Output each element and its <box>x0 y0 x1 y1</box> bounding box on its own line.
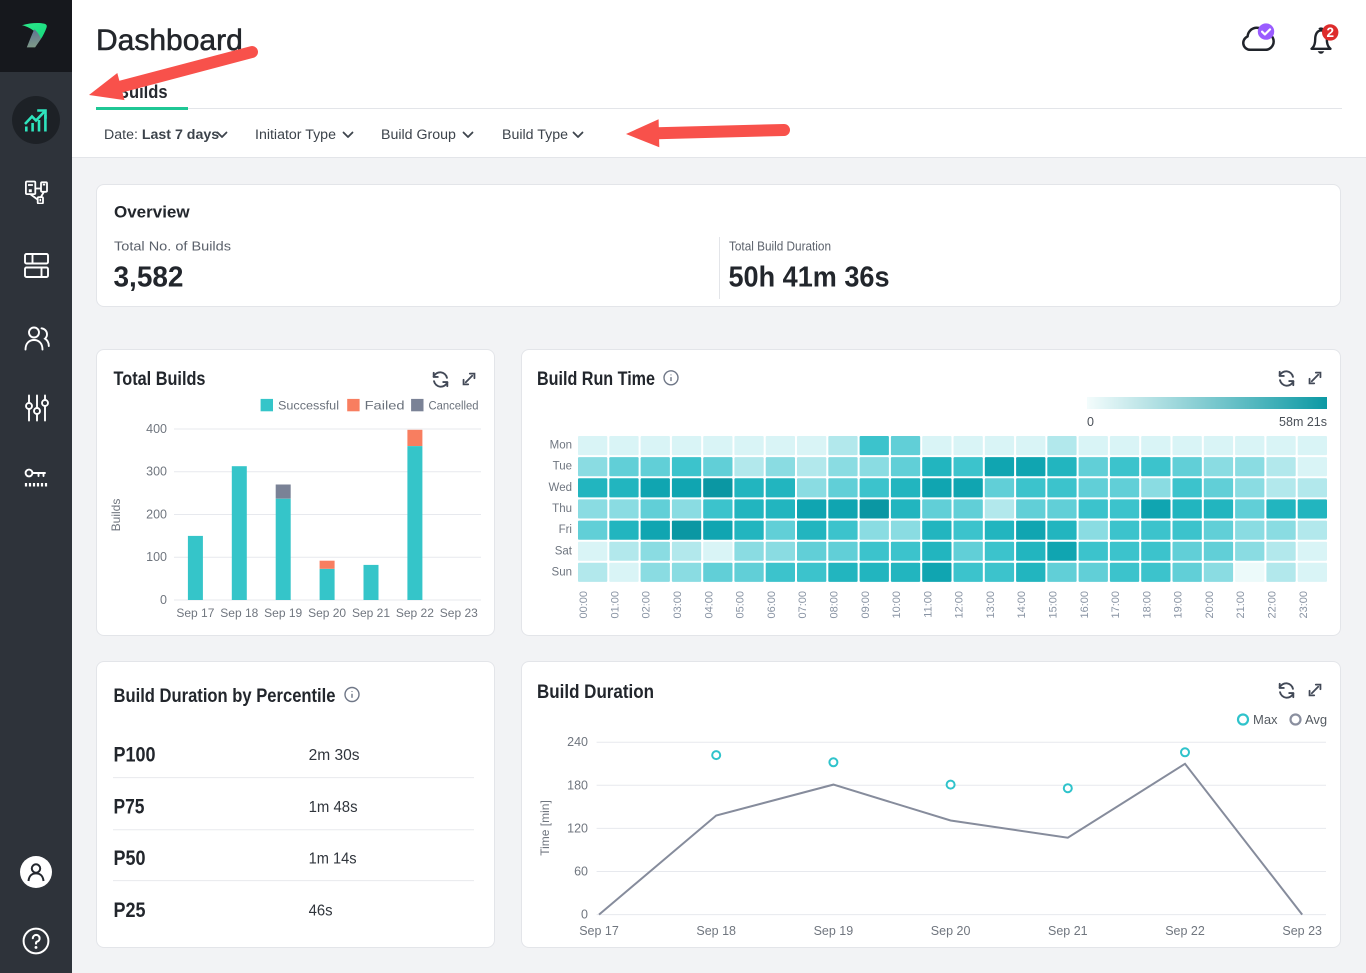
svg-text:02:00: 02:00 <box>641 591 653 619</box>
svg-text:46s: 46s <box>309 903 333 920</box>
svg-text:100: 100 <box>146 550 167 564</box>
svg-text:Sat: Sat <box>555 545 573 557</box>
svg-text:0: 0 <box>160 593 167 607</box>
svg-text:Sep 19: Sep 19 <box>814 924 854 938</box>
svg-text:2m 30s: 2m 30s <box>309 747 360 764</box>
svg-text:12:00: 12:00 <box>954 591 966 619</box>
svg-text:Sep 22: Sep 22 <box>1165 924 1205 938</box>
svg-text:03:00: 03:00 <box>672 591 684 619</box>
svg-text:Overview: Overview <box>114 203 190 222</box>
svg-text:Sun: Sun <box>552 566 572 578</box>
svg-text:300: 300 <box>146 465 167 479</box>
svg-text:16:00: 16:00 <box>1079 591 1091 619</box>
svg-text:Avg: Avg <box>1305 712 1327 727</box>
svg-text:60: 60 <box>574 865 588 879</box>
svg-text:P50: P50 <box>114 847 146 870</box>
svg-text:05:00: 05:00 <box>735 591 747 619</box>
svg-text:Total No. of Builds: Total No. of Builds <box>114 239 231 254</box>
svg-text:240: 240 <box>567 735 588 749</box>
svg-text:Cancelled: Cancelled <box>429 398 479 412</box>
svg-text:Sep 21: Sep 21 <box>352 606 390 620</box>
svg-text:Fri: Fri <box>559 524 572 536</box>
svg-text:58m 21s: 58m 21s <box>1279 415 1327 429</box>
svg-text:19:00: 19:00 <box>1173 591 1185 619</box>
svg-text:Sep 19: Sep 19 <box>264 606 302 620</box>
svg-text:200: 200 <box>146 508 167 522</box>
svg-text:120: 120 <box>567 821 588 835</box>
svg-text:01:00: 01:00 <box>609 591 621 619</box>
svg-text:Thu: Thu <box>552 503 572 515</box>
svg-text:Sep 18: Sep 18 <box>220 606 258 620</box>
svg-text:14:00: 14:00 <box>1016 591 1028 619</box>
svg-text:Sep 20: Sep 20 <box>308 606 346 620</box>
svg-text:Max: Max <box>1253 712 1278 727</box>
svg-text:Sep 18: Sep 18 <box>696 924 736 938</box>
svg-text:P25: P25 <box>114 899 146 922</box>
svg-text:15:00: 15:00 <box>1048 591 1060 619</box>
svg-text:P75: P75 <box>114 796 145 819</box>
svg-text:Total Build Duration: Total Build Duration <box>729 239 831 254</box>
svg-text:Total Builds: Total Builds <box>114 368 206 390</box>
svg-text:13:00: 13:00 <box>985 591 997 619</box>
svg-text:21:00: 21:00 <box>1235 591 1247 619</box>
svg-text:Sep 17: Sep 17 <box>176 606 214 620</box>
svg-text:Sep 17: Sep 17 <box>579 924 619 938</box>
svg-text:Tue: Tue <box>553 461 572 473</box>
svg-text:Wed: Wed <box>549 482 572 494</box>
svg-text:3,582: 3,582 <box>114 262 184 294</box>
svg-text:P100: P100 <box>114 744 156 767</box>
svg-text:04:00: 04:00 <box>703 591 715 619</box>
svg-text:Time [min]: Time [min] <box>538 800 552 856</box>
svg-text:07:00: 07:00 <box>797 591 809 619</box>
svg-text:50h 41m 36s: 50h 41m 36s <box>729 262 890 294</box>
svg-text:10:00: 10:00 <box>891 591 903 619</box>
svg-text:1m 48s: 1m 48s <box>309 799 358 816</box>
svg-text:0: 0 <box>1087 415 1094 429</box>
svg-text:20:00: 20:00 <box>1204 591 1216 619</box>
svg-text:2: 2 <box>1326 25 1334 40</box>
svg-text:06:00: 06:00 <box>766 591 778 619</box>
svg-text:Sep 21: Sep 21 <box>1048 924 1088 938</box>
svg-text:Sep 23: Sep 23 <box>1282 924 1322 938</box>
svg-text:1m 14s: 1m 14s <box>309 851 357 868</box>
svg-text:Successful: Successful <box>278 398 339 412</box>
svg-text:23:00: 23:00 <box>1298 591 1310 619</box>
svg-text:22:00: 22:00 <box>1267 591 1279 619</box>
svg-text:Mon: Mon <box>550 440 572 452</box>
svg-text:11:00: 11:00 <box>922 591 934 618</box>
svg-text:Sep 23: Sep 23 <box>440 606 478 620</box>
svg-text:Build Duration by Percentile: Build Duration by Percentile <box>114 685 336 707</box>
svg-text:18:00: 18:00 <box>1141 591 1153 619</box>
svg-text:17:00: 17:00 <box>1110 591 1122 619</box>
svg-text:09:00: 09:00 <box>860 591 872 619</box>
svg-text:00:00: 00:00 <box>578 591 590 619</box>
svg-text:Build Run Time: Build Run Time <box>537 368 655 390</box>
svg-text:180: 180 <box>567 778 588 792</box>
svg-text:0: 0 <box>581 908 588 922</box>
svg-text:Sep 22: Sep 22 <box>396 606 434 620</box>
svg-text:Build Duration: Build Duration <box>537 681 654 703</box>
svg-text:400: 400 <box>146 422 167 436</box>
svg-text:Failed: Failed <box>365 398 405 412</box>
svg-text:08:00: 08:00 <box>829 591 841 619</box>
svg-text:Sep 20: Sep 20 <box>931 924 971 938</box>
svg-text:Builds: Builds <box>109 499 123 532</box>
